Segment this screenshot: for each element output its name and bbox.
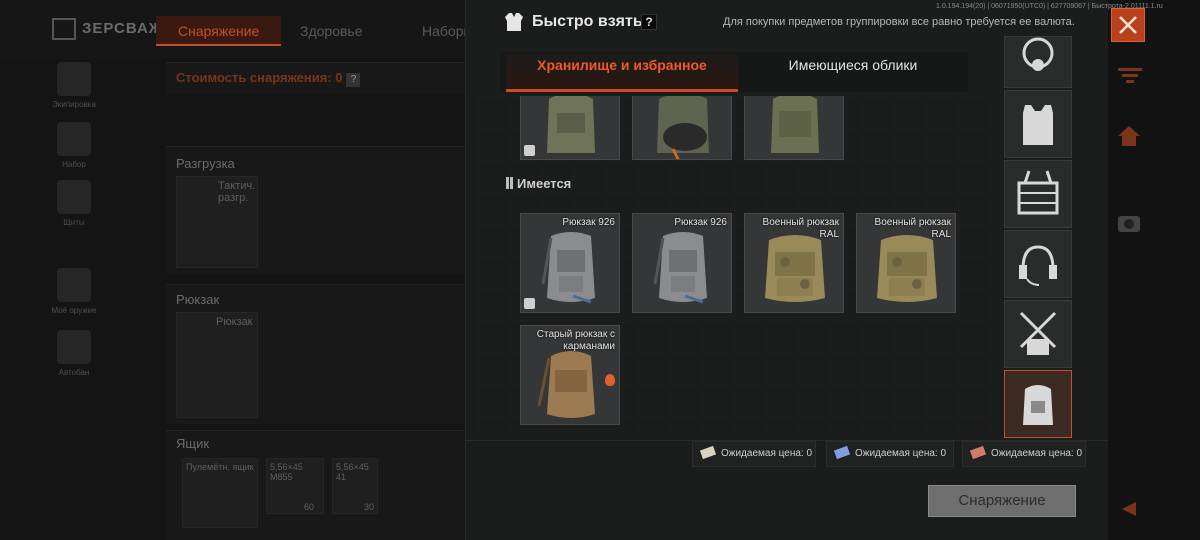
- price-label: Ожидаемая цена:: [855, 448, 938, 459]
- gas-mask-icon: [1022, 37, 1054, 71]
- bg-tab-equipment[interactable]: Снаряжение: [156, 16, 282, 46]
- bg-sidebar-label: Автобан: [58, 368, 90, 377]
- tab-underline: [506, 89, 738, 92]
- gift-icon: [57, 122, 91, 156]
- price-label: Ожидаемая цена:: [991, 448, 1074, 459]
- slot-body-armor[interactable]: [1004, 90, 1072, 158]
- bg-ammo-label: 5,56×45 41: [336, 462, 369, 482]
- price-label: Ожидаемая цена:: [721, 448, 804, 459]
- bg-ammo-count: 60: [304, 502, 315, 512]
- bg-sidebar-label: Экипировка: [52, 100, 96, 109]
- item-card[interactable]: Рюкзак 926: [520, 213, 620, 313]
- dot-icon: [57, 330, 91, 364]
- bg-backpack-title: Рюкзак: [176, 292, 220, 307]
- bg-sidebar-label: Набор: [62, 160, 86, 169]
- bg-cost-label: Стоимость снаряжения: 0?: [176, 70, 361, 87]
- logo-mark-icon: [52, 18, 76, 40]
- currency-ticket-icon: [699, 445, 717, 460]
- bg-sidebar-label: Моё оружие: [51, 306, 97, 315]
- help-icon[interactable]: ?: [641, 14, 657, 30]
- expected-price: Ожидаемая цена: 0: [962, 441, 1086, 467]
- slot-headset[interactable]: [1004, 230, 1072, 298]
- item-card[interactable]: Старый рюкзак с карманами: [520, 325, 620, 425]
- bg-ammo-count: 30: [364, 502, 375, 512]
- backpack-icon: [1023, 385, 1053, 425]
- body-armor-icon: [1023, 105, 1053, 145]
- section-title-text: Имеется: [517, 176, 572, 191]
- bg-sidebar-item-shields[interactable]: Щиты: [48, 180, 100, 227]
- item-name: Старый рюкзак с карманами: [536, 329, 615, 352]
- bg-sidebar-item-autoban[interactable]: Автобан: [48, 330, 100, 377]
- vest-icon: [505, 13, 523, 31]
- bg-help-icon[interactable]: ?: [346, 73, 361, 87]
- bg-sidebar-item-weapons[interactable]: Моё оружие: [48, 268, 100, 315]
- slot-chest-rig[interactable]: [1004, 160, 1072, 228]
- slot-gas-mask[interactable]: [1004, 36, 1072, 88]
- expected-price: Ожидаемая цена: 0: [692, 441, 816, 467]
- bg-vest-item: Тактич. разгр.: [218, 180, 256, 204]
- storage-badge-icon: [524, 145, 535, 156]
- camera-icon[interactable]: [1116, 210, 1142, 234]
- slot-harness[interactable]: [1004, 300, 1072, 368]
- item-name: Военный рюкзак RAL: [762, 217, 839, 240]
- close-x-icon: [1119, 16, 1137, 34]
- chest-rig-icon: [1017, 170, 1059, 215]
- close-button[interactable]: [1111, 8, 1145, 42]
- tab-owned-skins[interactable]: Имеющиеся облики: [738, 52, 968, 90]
- cost-text: Стоимость снаряжения: 0: [176, 70, 343, 85]
- bg-box-title: Ящик: [176, 436, 210, 451]
- bg-sidebar-item-gear[interactable]: Экипировка: [48, 62, 100, 109]
- currency-ticket-icon: [833, 445, 851, 460]
- tab-storage-favorites[interactable]: Хранилище и избранное: [506, 52, 738, 90]
- item-card[interactable]: Военный рюкзак RAL: [744, 213, 844, 313]
- storage-badge-icon: [524, 298, 535, 309]
- slot-backpack[interactable]: [1004, 370, 1072, 438]
- shield-icon: [57, 180, 91, 214]
- harness-icon: [1019, 311, 1057, 355]
- currency-note: Для покупки предметов группировки все ра…: [723, 16, 1075, 28]
- logo-text: ЗЕРСВАЖ: [82, 19, 164, 37]
- bg-vest-title: Разгрузка: [176, 156, 235, 171]
- currency-ticket-icon: [969, 445, 987, 460]
- back-arrow-icon[interactable]: [1120, 500, 1138, 518]
- item-name: Военный рюкзак RAL: [874, 217, 951, 240]
- item-card[interactable]: Рюкзак 926: [632, 213, 732, 313]
- item-name: Рюкзак 926: [562, 217, 615, 228]
- equip-button[interactable]: Снаряжение: [928, 485, 1076, 517]
- skull-icon: [57, 268, 91, 302]
- bg-ammo-label: 5,56×45 M855: [270, 462, 303, 482]
- bg-sidebar-item-kit[interactable]: Набор: [48, 122, 100, 169]
- home-icon[interactable]: [1116, 124, 1142, 148]
- price-value: 0: [1076, 448, 1083, 459]
- tab-bar: Хранилище и избранное Имеющиеся облики: [500, 52, 968, 92]
- item-name: Рюкзак 926: [674, 217, 727, 228]
- section-title-owned: Имеется: [506, 176, 571, 191]
- bg-sidebar-label: Щиты: [63, 218, 85, 227]
- price-value: 0: [806, 448, 813, 459]
- bg-box-item-label: Пулемётн. ящик: [186, 462, 254, 472]
- bg-tab-health[interactable]: Здоровье: [278, 16, 385, 46]
- fire-icon: [605, 374, 615, 386]
- item-card[interactable]: Военный рюкзак RAL: [856, 213, 956, 313]
- gear-icon: [57, 62, 91, 96]
- game-logo: ЗЕРСВАЖ: [52, 18, 163, 40]
- sort-icon[interactable]: [1116, 64, 1144, 88]
- modal-title: Быстро взять: [532, 13, 643, 30]
- price-value: 0: [940, 448, 947, 459]
- headset-icon: [1019, 245, 1057, 286]
- bg-backpack-item: Рюкзак: [216, 316, 253, 328]
- expected-price: Ожидаемая цена: 0: [826, 441, 954, 467]
